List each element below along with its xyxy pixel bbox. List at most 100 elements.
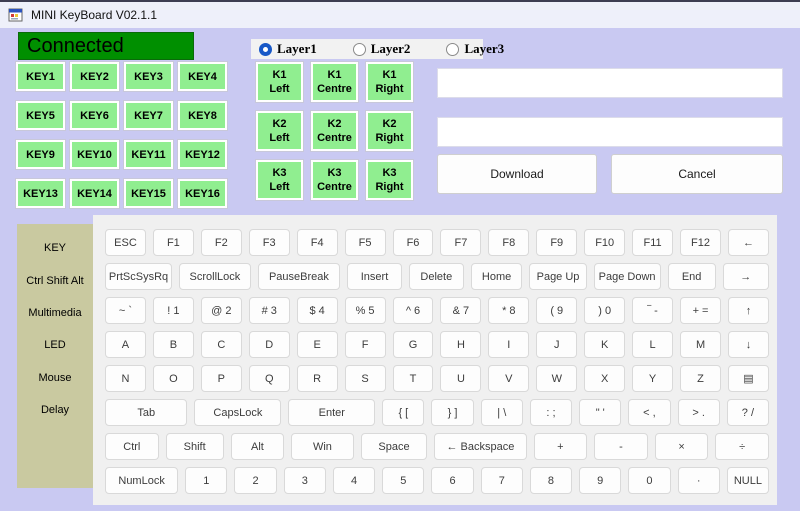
keyboard-key[interactable]: > . — [677, 399, 720, 426]
keyboard-key[interactable]: P — [200, 365, 242, 392]
layer-radio-layer3[interactable]: Layer3 — [446, 41, 504, 57]
keyboard-key[interactable]: < , — [628, 399, 671, 426]
sidebar-tab-mouse[interactable]: Mouse — [17, 362, 93, 394]
key8-button[interactable]: KEY8 — [178, 101, 227, 130]
keyboard-key[interactable]: } ] — [431, 399, 474, 426]
keyboard-key[interactable]: A — [105, 331, 146, 358]
keyboard-key[interactable]: CapsLock — [194, 399, 282, 426]
keyboard-key[interactable]: Ctrl — [105, 433, 159, 460]
keyboard-key[interactable]: R — [296, 365, 338, 392]
keyboard-key[interactable]: 5 — [382, 467, 425, 494]
keyboard-key[interactable]: C — [200, 331, 242, 358]
layer-radio-layer2[interactable]: Layer2 — [352, 41, 410, 57]
key2-button[interactable]: KEY2 — [70, 62, 119, 91]
keyboard-key[interactable]: ▤ — [727, 365, 769, 392]
sidebar-tab-led[interactable]: LED — [17, 329, 93, 361]
k1-left-button[interactable]: K1 Left — [256, 62, 303, 102]
key9-button[interactable]: KEY9 — [16, 140, 65, 169]
keyboard-key[interactable]: ^ 6 — [392, 297, 434, 324]
keyboard-key[interactable]: - — [594, 433, 648, 460]
keyboard-key[interactable]: K — [584, 331, 626, 358]
keyboard-key[interactable]: F2 — [200, 229, 242, 256]
keyboard-key[interactable]: W — [536, 365, 578, 392]
keyboard-key[interactable]: " ' — [579, 399, 622, 426]
keyboard-key[interactable]: # 3 — [248, 297, 290, 324]
keyboard-key[interactable]: S — [344, 365, 386, 392]
keyboard-key[interactable]: → — [722, 263, 769, 290]
keyboard-key[interactable]: ( 9 — [536, 297, 578, 324]
keyboard-key[interactable]: Q — [248, 365, 290, 392]
k3-right-button[interactable]: K3 Right — [366, 160, 413, 200]
keyboard-key[interactable]: @ 2 — [200, 297, 242, 324]
keyboard-key[interactable]: 0 — [628, 467, 671, 494]
keyboard-key[interactable]: B — [152, 331, 194, 358]
sidebar-tab-ctrl-shift-alt[interactable]: Ctrl Shift Alt — [17, 264, 93, 296]
keyboard-key[interactable]: F5 — [344, 229, 386, 256]
keyboard-key[interactable]: 4 — [332, 467, 376, 494]
keyboard-key[interactable]: Shift — [165, 433, 224, 460]
keyboard-key[interactable]: 6 — [431, 467, 474, 494]
key5-button[interactable]: KEY5 — [16, 101, 65, 130]
keyboard-key[interactable]: Insert — [347, 263, 402, 290]
keyboard-key[interactable]: E — [296, 331, 338, 358]
keyboard-key[interactable]: PauseBreak — [257, 263, 341, 290]
keyboard-key[interactable]: ← — [727, 229, 769, 256]
keyboard-key[interactable]: G — [392, 331, 434, 358]
key7-button[interactable]: KEY7 — [124, 101, 173, 130]
keyboard-key[interactable]: F12 — [680, 229, 721, 256]
keyboard-key[interactable]: End — [667, 263, 716, 290]
layer-radio-layer1[interactable]: Layer1 — [259, 41, 317, 57]
key14-button[interactable]: KEY14 — [70, 179, 119, 208]
keyboard-key[interactable]: + = — [680, 297, 721, 324]
key3-button[interactable]: KEY3 — [124, 62, 173, 91]
keyboard-key[interactable]: F3 — [248, 229, 290, 256]
keyboard-key[interactable]: + — [533, 433, 588, 460]
keyboard-key[interactable]: F4 — [296, 229, 338, 256]
keyboard-key[interactable]: Win — [291, 433, 354, 460]
keyboard-key[interactable]: Alt — [230, 433, 285, 460]
keyboard-key[interactable]: F10 — [584, 229, 626, 256]
keyboard-key[interactable]: PrtScSysRq — [105, 263, 173, 290]
keyboard-key[interactable]: F6 — [392, 229, 434, 256]
keyboard-key[interactable]: ↓ — [727, 331, 769, 358]
keyboard-key[interactable]: Space — [360, 433, 428, 460]
key12-button[interactable]: KEY12 — [178, 140, 227, 169]
sidebar-tab-key[interactable]: KEY — [17, 232, 93, 264]
keyboard-key[interactable]: × — [654, 433, 709, 460]
keyboard-key[interactable]: X — [584, 365, 626, 392]
keyboard-key[interactable]: ‾ - — [632, 297, 674, 324]
keyboard-key[interactable]: ↑ — [727, 297, 769, 324]
macro-input-2[interactable] — [437, 117, 783, 147]
keyboard-key[interactable]: & 7 — [440, 297, 482, 324]
key15-button[interactable]: KEY15 — [124, 179, 173, 208]
keyboard-key[interactable]: { [ — [382, 399, 425, 426]
keyboard-key[interactable]: ScrollLock — [179, 263, 251, 290]
keyboard-key[interactable]: U — [440, 365, 482, 392]
keyboard-key[interactable]: 7 — [480, 467, 523, 494]
macro-input-1[interactable] — [437, 68, 783, 98]
keyboard-key[interactable]: Z — [680, 365, 721, 392]
sidebar-tab-multimedia[interactable]: Multimedia — [17, 297, 93, 329]
keyboard-key[interactable]: F — [344, 331, 386, 358]
keyboard-key[interactable]: NumLock — [105, 467, 179, 494]
k3-left-button[interactable]: K3 Left — [256, 160, 303, 200]
key16-button[interactable]: KEY16 — [178, 179, 227, 208]
keyboard-key[interactable]: 8 — [529, 467, 573, 494]
keyboard-key[interactable]: Enter — [288, 399, 376, 426]
k2-right-button[interactable]: K2 Right — [366, 111, 413, 151]
key13-button[interactable]: KEY13 — [16, 179, 65, 208]
keyboard-key[interactable]: Delete — [408, 263, 464, 290]
keyboard-key[interactable]: % 5 — [344, 297, 386, 324]
keyboard-key[interactable]: D — [248, 331, 290, 358]
key10-button[interactable]: KEY10 — [70, 140, 119, 169]
keyboard-key[interactable]: Y — [632, 365, 674, 392]
k1-centre-button[interactable]: K1 Centre — [311, 62, 358, 102]
keyboard-key[interactable]: F1 — [152, 229, 194, 256]
k3-centre-button[interactable]: K3 Centre — [311, 160, 358, 200]
keyboard-key[interactable]: Page Up — [529, 263, 587, 290]
keyboard-key[interactable]: 9 — [579, 467, 622, 494]
keyboard-key[interactable]: F7 — [440, 229, 482, 256]
keyboard-key[interactable]: ESC — [105, 229, 146, 256]
keyboard-key[interactable]: $ 4 — [296, 297, 338, 324]
keyboard-key[interactable]: F9 — [536, 229, 578, 256]
